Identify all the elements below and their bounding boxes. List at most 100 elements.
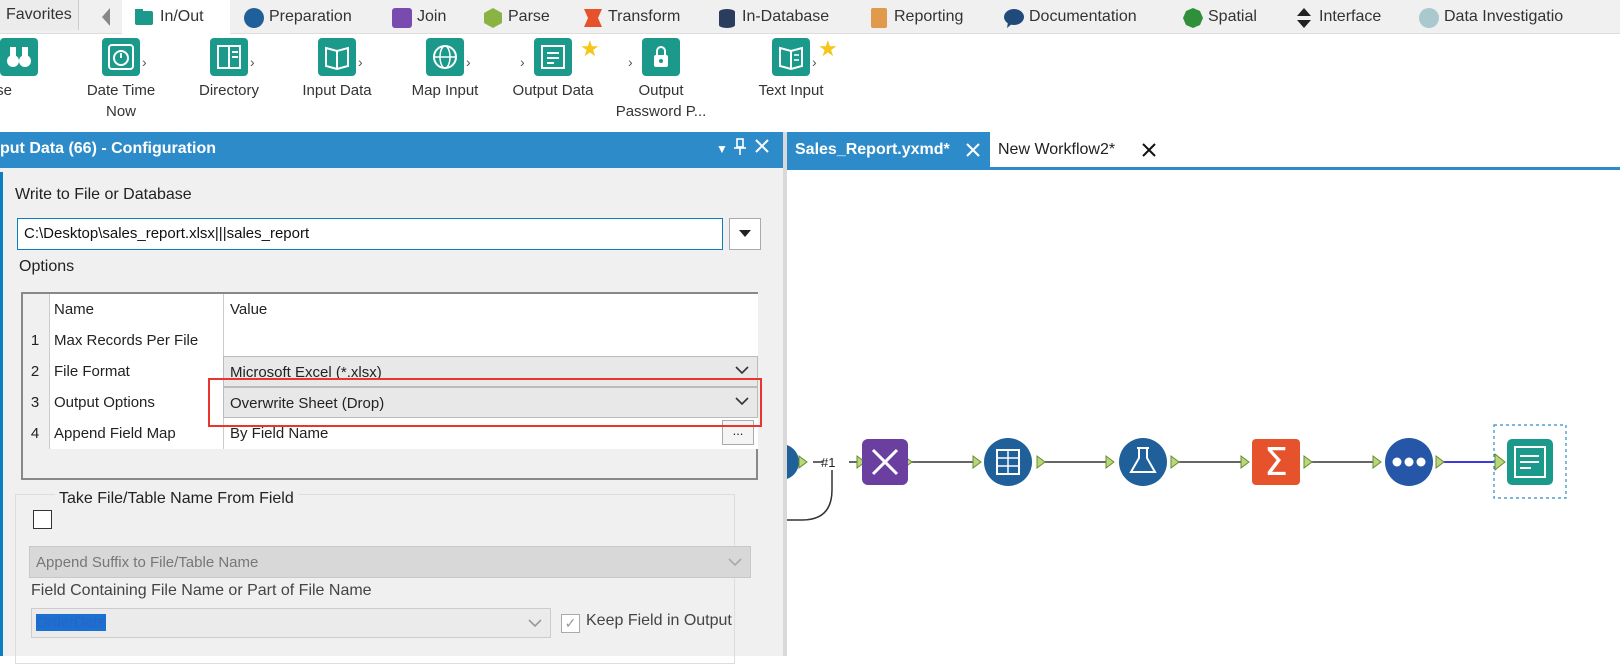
- tool-date-time-now[interactable]: › Date Time Now: [66, 38, 176, 122]
- pin-icon[interactable]: [733, 138, 747, 161]
- tab-favorites[interactable]: Favorites: [0, 0, 79, 30]
- tab-label: Transform: [608, 8, 681, 25]
- workflow-canvas[interactable]: #1 Σ: [787, 170, 1620, 656]
- tab-label: Favorites: [6, 6, 72, 23]
- investigation-icon: [1418, 7, 1439, 28]
- text-book-icon: [772, 38, 810, 76]
- tool-palette: rowse › Date Time Now › Directory › Inpu…: [0, 34, 1620, 130]
- option-name: Max Records Per File: [49, 325, 239, 356]
- tab-in-out[interactable]: In/Out: [122, 0, 230, 34]
- scroll-left-button[interactable]: [96, 0, 116, 34]
- tab-in-database[interactable]: In-Database: [716, 0, 829, 34]
- tool-label: rowse: [0, 82, 12, 99]
- diamond-icon: [1293, 7, 1313, 28]
- tool-label: Output Data: [512, 82, 594, 99]
- chevron-left-icon: [102, 8, 110, 26]
- output-doc-icon: [534, 38, 572, 76]
- tab-parse[interactable]: Parse: [482, 0, 550, 34]
- tab-sales-report[interactable]: Sales_Report.yxmd*: [787, 132, 990, 167]
- row-number: 3: [30, 394, 40, 411]
- book-icon: [318, 38, 356, 76]
- table-row[interactable]: 1 Max Records Per File: [23, 325, 758, 356]
- input-anchor: [1240, 455, 1250, 469]
- lock-icon: [642, 38, 680, 76]
- tab-join[interactable]: Join: [391, 0, 446, 34]
- tool-label: Text Input: [758, 82, 824, 99]
- tool-text-input[interactable]: › ★ Text Input: [736, 36, 846, 101]
- tool-output-data[interactable]: › ★ Output Data: [498, 36, 608, 101]
- database-icon: [716, 7, 736, 28]
- chevron-down-icon: [728, 558, 742, 567]
- tool-directory[interactable]: › Directory: [174, 38, 284, 101]
- take-name-checkbox[interactable]: [33, 510, 52, 529]
- row-number: 2: [30, 363, 40, 380]
- tab-data-investigation[interactable]: Data Investigatio: [1418, 0, 1563, 34]
- tab-label: New Workflow2*: [998, 140, 1116, 158]
- tab-label: Data Investigatio: [1444, 8, 1564, 25]
- close-icon[interactable]: [754, 138, 770, 159]
- svg-text:Σ: Σ: [1264, 440, 1288, 484]
- chevron-right-icon: ›: [520, 54, 525, 70]
- tab-new-workflow2[interactable]: New Workflow2*: [990, 132, 1170, 167]
- comment-icon: [1003, 7, 1024, 28]
- chevron-right-icon: ›: [358, 54, 363, 70]
- chevron-right-icon: ›: [812, 54, 817, 70]
- field-containing-label: Field Containing File Name or Part of Fi…: [31, 582, 372, 599]
- field-name-select[interactable]: OrderDate: [31, 608, 551, 638]
- write-to-label: Write to File or Database: [15, 186, 192, 203]
- transform-icon: [582, 7, 602, 27]
- clock-icon: [102, 38, 140, 76]
- column-header-name: Name: [49, 294, 239, 325]
- tool-map-input[interactable]: › Map Input: [390, 38, 500, 101]
- connector-label: #1: [821, 455, 835, 470]
- table-header-row: Name Value: [23, 294, 758, 325]
- tool-label: Date Time Now: [86, 82, 156, 120]
- tab-label: Reporting: [894, 8, 964, 25]
- close-icon[interactable]: [1142, 143, 1156, 157]
- tool-browse[interactable]: rowse: [0, 38, 74, 101]
- suffix-value: Append Suffix to File/Table Name: [36, 554, 259, 571]
- tab-label: Preparation: [269, 8, 352, 25]
- tab-label: Interface: [1319, 8, 1382, 25]
- output-anchor: [1036, 455, 1046, 469]
- tab-documentation[interactable]: Documentation: [1003, 0, 1137, 34]
- file-path-input[interactable]: C:\Desktop\sales_report.xlsx|||sales_rep…: [17, 218, 723, 250]
- file-path-dropdown-button[interactable]: [729, 218, 761, 250]
- tab-label: Spatial: [1208, 8, 1257, 25]
- tab-preparation[interactable]: Preparation: [243, 0, 352, 34]
- keep-field-label: Keep Field in Output: [586, 612, 732, 629]
- max-records-input[interactable]: [223, 325, 758, 356]
- tool-output-password[interactable]: › Output Password P...: [606, 38, 716, 122]
- folder-icon: [134, 7, 154, 27]
- chevron-right-icon: ›: [142, 54, 147, 70]
- highlight-box: [208, 378, 762, 427]
- tool-label: Input Data: [302, 82, 372, 99]
- tab-label: Documentation: [1029, 8, 1137, 25]
- workflow-diagram: #1 Σ: [787, 424, 1567, 521]
- input-anchor: [1494, 452, 1506, 472]
- tool-category-bar: Favorites In/Out Preparation Join Parse …: [0, 0, 1620, 34]
- hexagon-icon: [482, 7, 502, 28]
- keep-field-checkbox[interactable]: ✓: [561, 614, 580, 633]
- tab-label: Join: [417, 8, 447, 25]
- tool-label: Directory: [198, 82, 259, 99]
- chevron-down-icon: [739, 230, 751, 237]
- chevron-down-icon: [528, 619, 542, 628]
- tool-input-data[interactable]: › Input Data: [282, 38, 392, 101]
- tab-label: Sales_Report.yxmd*: [795, 140, 950, 158]
- dropdown-arrow-icon[interactable]: ▼: [716, 142, 728, 156]
- append-field-map-text: By Field Name: [230, 425, 329, 442]
- chevron-right-icon: ›: [466, 54, 471, 70]
- configuration-title: put Data (66) - Configuration: [0, 140, 216, 157]
- suffix-select[interactable]: Append Suffix to File/Table Name: [29, 546, 751, 578]
- field-name-value: OrderDate: [36, 614, 107, 631]
- output-anchor: [1303, 455, 1313, 469]
- tab-label: In/Out: [160, 8, 204, 25]
- square-icon: [391, 7, 412, 28]
- tab-reporting[interactable]: Reporting: [868, 0, 963, 34]
- tool-label: Map Input: [411, 82, 479, 99]
- tab-spatial[interactable]: Spatial: [1182, 0, 1257, 34]
- tab-interface[interactable]: Interface: [1293, 0, 1381, 34]
- tab-transform[interactable]: Transform: [582, 0, 680, 34]
- close-icon[interactable]: [966, 143, 980, 157]
